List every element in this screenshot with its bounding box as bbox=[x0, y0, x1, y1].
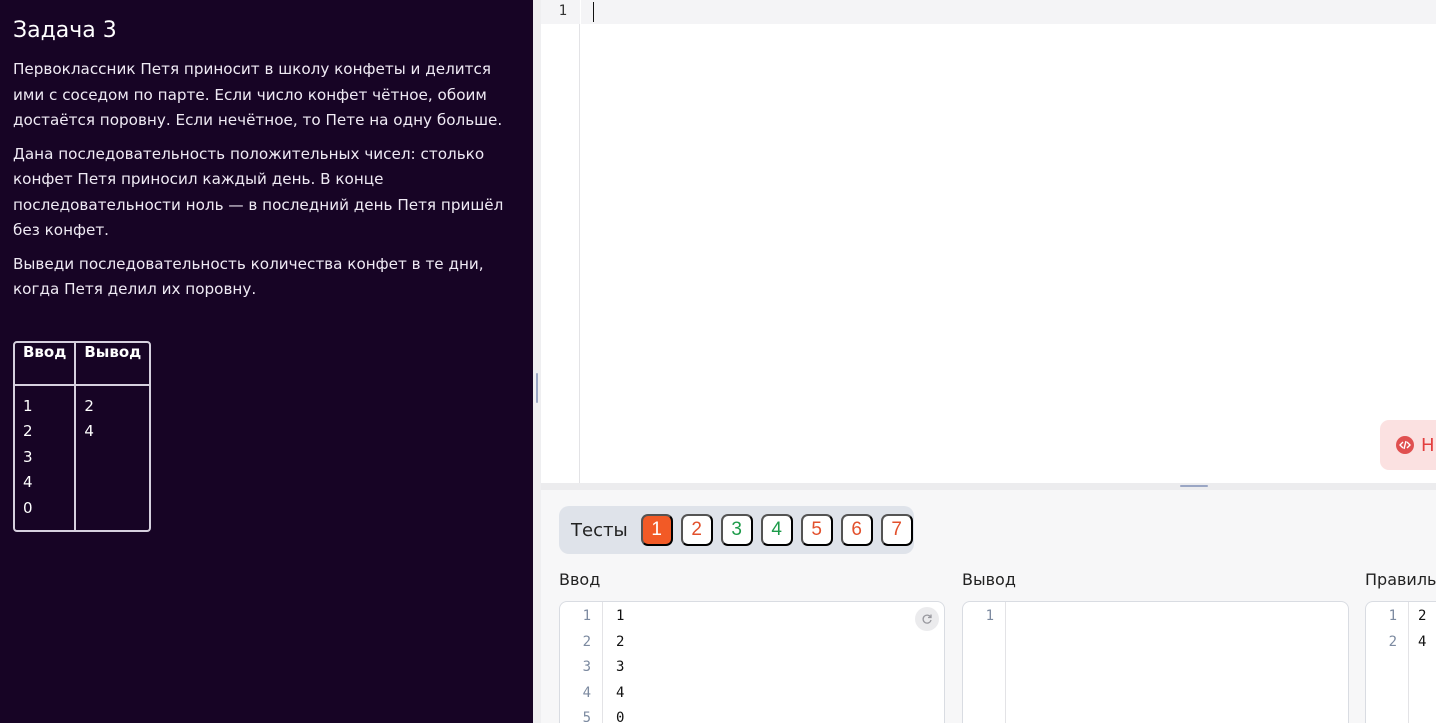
output-box: 1 bbox=[962, 601, 1349, 723]
code-editor[interactable]: 1 Н bbox=[541, 0, 1436, 483]
example-input-line: 1 bbox=[23, 396, 33, 415]
editor-gutter bbox=[541, 0, 580, 483]
run-button-label: Н bbox=[1421, 434, 1435, 456]
task-paragraph: Первоклассник Петя приносит в школу конф… bbox=[13, 60, 503, 129]
input-box[interactable]: 1 2 3 4 5 1 2 3 4 0 bbox=[559, 601, 945, 723]
input-line: 1 bbox=[616, 608, 625, 624]
run-button[interactable]: Н bbox=[1380, 420, 1436, 470]
example-header-output: Вывод bbox=[76, 343, 150, 386]
example-input-line: 0 bbox=[23, 498, 33, 517]
test-chip-7[interactable]: 7 bbox=[880, 514, 913, 546]
vertical-splitter[interactable] bbox=[533, 0, 541, 723]
editor-active-line[interactable] bbox=[581, 0, 1436, 24]
input-gutter: 1 2 3 4 5 bbox=[560, 602, 603, 723]
editor-line-number: 1 bbox=[558, 3, 567, 19]
splitter-handle[interactable] bbox=[1180, 485, 1208, 487]
input-line: 2 bbox=[616, 633, 625, 650]
output-gutter: 1 bbox=[963, 602, 1006, 723]
example-header-input: Ввод bbox=[15, 342, 77, 386]
example-output-line: 2 bbox=[84, 396, 94, 415]
test-chip-4[interactable]: 4 bbox=[760, 514, 793, 546]
input-line-number: 4 bbox=[582, 684, 591, 701]
input-line-number: 5 bbox=[582, 710, 591, 723]
gutter-active-line: 1 bbox=[541, 0, 580, 24]
input-line: 0 bbox=[616, 710, 625, 723]
example-input-line: 2 bbox=[23, 422, 33, 440]
expected-gutter: 1 2 bbox=[1366, 602, 1409, 723]
text-cursor bbox=[593, 2, 594, 22]
example-output-cell: 2 4 bbox=[76, 386, 149, 530]
test-chip-3[interactable]: 3 bbox=[720, 514, 753, 546]
code-icon bbox=[1396, 436, 1414, 454]
task-title: Задача 3 bbox=[13, 18, 117, 43]
expected-line-number: 1 bbox=[1388, 608, 1397, 624]
expected-line-number: 2 bbox=[1388, 633, 1397, 650]
task-paragraph: Выведи последовательность количества кон… bbox=[13, 254, 484, 299]
tests-panel: Тесты 1 2 3 4 5 6 7 Ввод 1 2 3 4 5 1 2 3… bbox=[541, 490, 1436, 723]
output-label: Вывод bbox=[962, 570, 1016, 589]
input-line: 4 bbox=[616, 684, 625, 701]
input-line-number: 1 bbox=[582, 608, 591, 624]
input-line: 3 bbox=[616, 659, 625, 675]
example-input-line: 4 bbox=[23, 473, 33, 491]
input-line-number: 3 bbox=[582, 659, 591, 675]
input-line-number: 2 bbox=[582, 633, 591, 650]
test-chip-6[interactable]: 6 bbox=[840, 514, 873, 546]
expected-line: 4 bbox=[1418, 633, 1427, 650]
output-line-number: 1 bbox=[985, 608, 994, 624]
expected-label: Правиль bbox=[1365, 570, 1436, 589]
test-chip-5[interactable]: 5 bbox=[800, 514, 833, 546]
example-input-cell: 1 2 3 4 0 bbox=[15, 385, 77, 530]
task-paragraph: Дана последовательность положительных чи… bbox=[13, 144, 504, 240]
tests-label: Тесты bbox=[571, 519, 628, 541]
horizontal-splitter[interactable] bbox=[541, 483, 1436, 490]
example-table: Ввод Вывод 1 2 3 4 0 2 4 bbox=[13, 340, 152, 532]
expected-line: 2 bbox=[1418, 608, 1427, 624]
example-input-line: 3 bbox=[23, 447, 33, 466]
tests-bar: Тесты 1 2 3 4 5 6 7 bbox=[559, 506, 914, 554]
expected-box: 1 2 2 4 bbox=[1365, 601, 1436, 723]
task-panel: Задача 3 Первоклассник Петя приносит в ш… bbox=[0, 0, 533, 723]
reset-icon[interactable] bbox=[915, 607, 939, 631]
example-output-line: 4 bbox=[84, 422, 94, 440]
input-label: Ввод bbox=[559, 570, 601, 589]
splitter-handle[interactable] bbox=[536, 373, 538, 403]
test-chip-2[interactable]: 2 bbox=[680, 514, 713, 546]
test-chip-1[interactable]: 1 bbox=[640, 514, 673, 546]
